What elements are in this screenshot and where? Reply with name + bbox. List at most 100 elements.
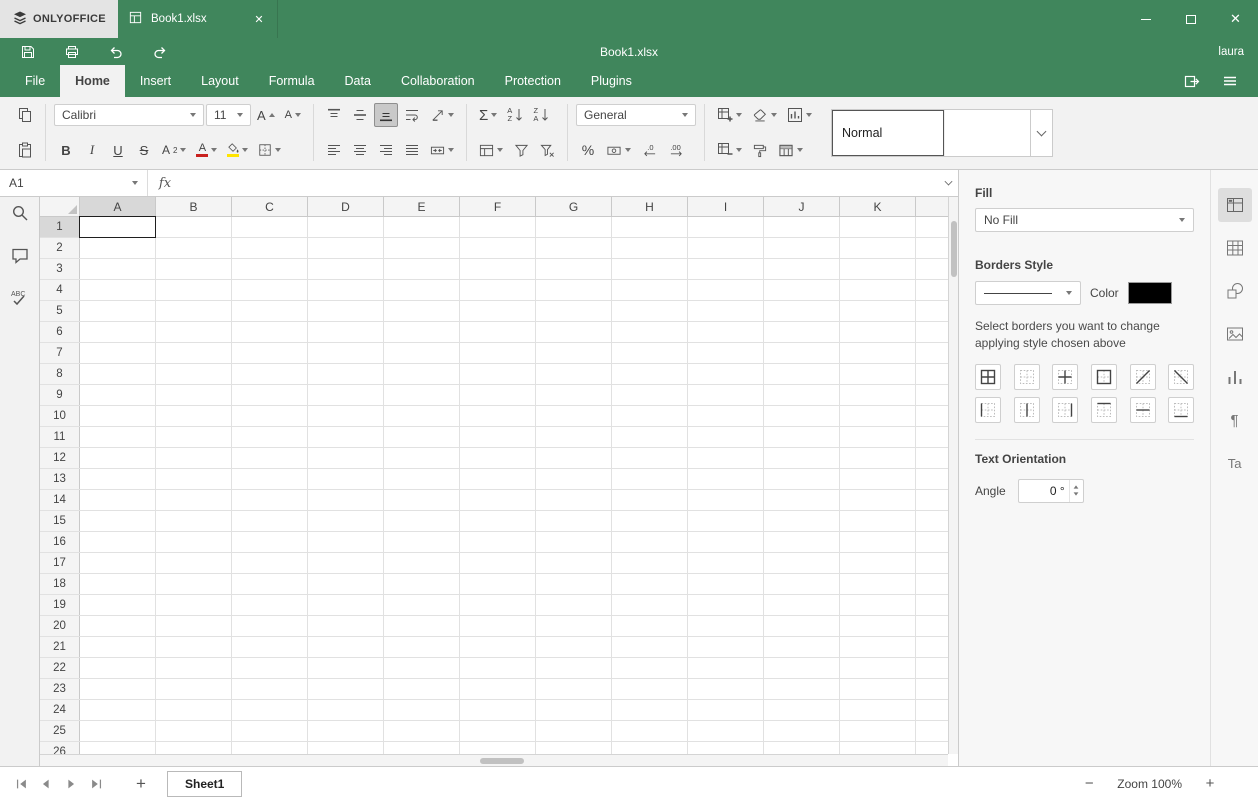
cell-B8[interactable] [156,364,232,384]
cell-partial-18[interactable] [916,574,948,594]
row-header-14[interactable]: 14 [40,490,80,510]
row-header-15[interactable]: 15 [40,511,80,531]
cell-H3[interactable] [612,259,688,279]
row-header-4[interactable]: 4 [40,280,80,300]
column-header-A[interactable]: A [80,197,156,216]
cell-K10[interactable] [840,406,916,426]
cell-C17[interactable] [232,553,308,573]
cell-A6[interactable] [80,322,156,342]
decrease-font-button[interactable]: A [281,103,305,127]
cell-K5[interactable] [840,301,916,321]
copy-style-button[interactable] [748,138,772,162]
cell-E7[interactable] [384,343,460,363]
cell-D15[interactable] [308,511,384,531]
cell-I16[interactable] [688,532,764,552]
cell-partial-12[interactable] [916,448,948,468]
cell-C5[interactable] [232,301,308,321]
cell-D6[interactable] [308,322,384,342]
cell-partial-15[interactable] [916,511,948,531]
select-all-corner[interactable] [40,197,80,216]
cell-G2[interactable] [536,238,612,258]
cell-F16[interactable] [460,532,536,552]
cell-A16[interactable] [80,532,156,552]
conditional-formatting-button[interactable] [783,103,816,127]
cell-A8[interactable] [80,364,156,384]
cell-F15[interactable] [460,511,536,531]
cell-J24[interactable] [764,700,840,720]
cell-E9[interactable] [384,385,460,405]
cell-H11[interactable] [612,427,688,447]
cell-H10[interactable] [612,406,688,426]
paragraph-settings-tab[interactable]: ¶ [1218,403,1252,437]
cell-F2[interactable] [460,238,536,258]
cell-E23[interactable] [384,679,460,699]
cell-H20[interactable] [612,616,688,636]
cell-I5[interactable] [688,301,764,321]
cell-A23[interactable] [80,679,156,699]
cell-K17[interactable] [840,553,916,573]
menu-tab-home[interactable]: Home [60,65,125,97]
cell-C9[interactable] [232,385,308,405]
autosum-button[interactable]: Σ [475,103,501,127]
row-header-2[interactable]: 2 [40,238,80,258]
cell-I19[interactable] [688,595,764,615]
cell-E10[interactable] [384,406,460,426]
column-header-I[interactable]: I [688,197,764,216]
cell-K24[interactable] [840,700,916,720]
cell-J12[interactable] [764,448,840,468]
save-button[interactable] [14,40,42,64]
cell-E6[interactable] [384,322,460,342]
horizontal-scroll-thumb[interactable] [480,757,524,764]
cell-G20[interactable] [536,616,612,636]
paste-button[interactable] [13,138,37,162]
column-header-partial[interactable] [916,197,948,216]
cell-H24[interactable] [612,700,688,720]
row-header-26[interactable]: 26 [40,742,80,754]
row-header-9[interactable]: 9 [40,385,80,405]
column-header-F[interactable]: F [460,197,536,216]
cell-F1[interactable] [460,217,536,237]
cell-H26[interactable] [612,742,688,754]
cell-I17[interactable] [688,553,764,573]
cell-J10[interactable] [764,406,840,426]
cell-F7[interactable] [460,343,536,363]
next-sheet-button[interactable] [60,773,82,795]
increase-decimal-button[interactable]: .00 [664,138,689,162]
row-header-21[interactable]: 21 [40,637,80,657]
row-header-12[interactable]: 12 [40,448,80,468]
cell-B18[interactable] [156,574,232,594]
cell-I23[interactable] [688,679,764,699]
cell-K8[interactable] [840,364,916,384]
cell-B12[interactable] [156,448,232,468]
cell-I21[interactable] [688,637,764,657]
align-left-button[interactable] [322,138,346,162]
delete-cells-button[interactable] [713,138,746,162]
cell-H17[interactable] [612,553,688,573]
filter-button[interactable] [509,138,533,162]
chart-settings-tab[interactable] [1218,360,1252,394]
cell-F22[interactable] [460,658,536,678]
cell-F26[interactable] [460,742,536,754]
border-inside-button[interactable] [1052,363,1079,390]
cell-C7[interactable] [232,343,308,363]
cell-I18[interactable] [688,574,764,594]
cell-J25[interactable] [764,721,840,741]
menu-tab-insert[interactable]: Insert [125,65,186,97]
cell-D16[interactable] [308,532,384,552]
print-button[interactable] [58,40,86,64]
zoom-in-button[interactable]: + [1200,775,1220,792]
cell-E2[interactable] [384,238,460,258]
cell-E19[interactable] [384,595,460,615]
cell-I24[interactable] [688,700,764,720]
cell-B9[interactable] [156,385,232,405]
cell-C15[interactable] [232,511,308,531]
cell-H23[interactable] [612,679,688,699]
row-header-1[interactable]: 1 [40,217,80,237]
cell-D17[interactable] [308,553,384,573]
border-inside-vertical-button[interactable] [1013,396,1040,423]
cell-H2[interactable] [612,238,688,258]
cell-G19[interactable] [536,595,612,615]
percent-style-button[interactable]: % [576,138,600,162]
cell-D10[interactable] [308,406,384,426]
cell-J16[interactable] [764,532,840,552]
